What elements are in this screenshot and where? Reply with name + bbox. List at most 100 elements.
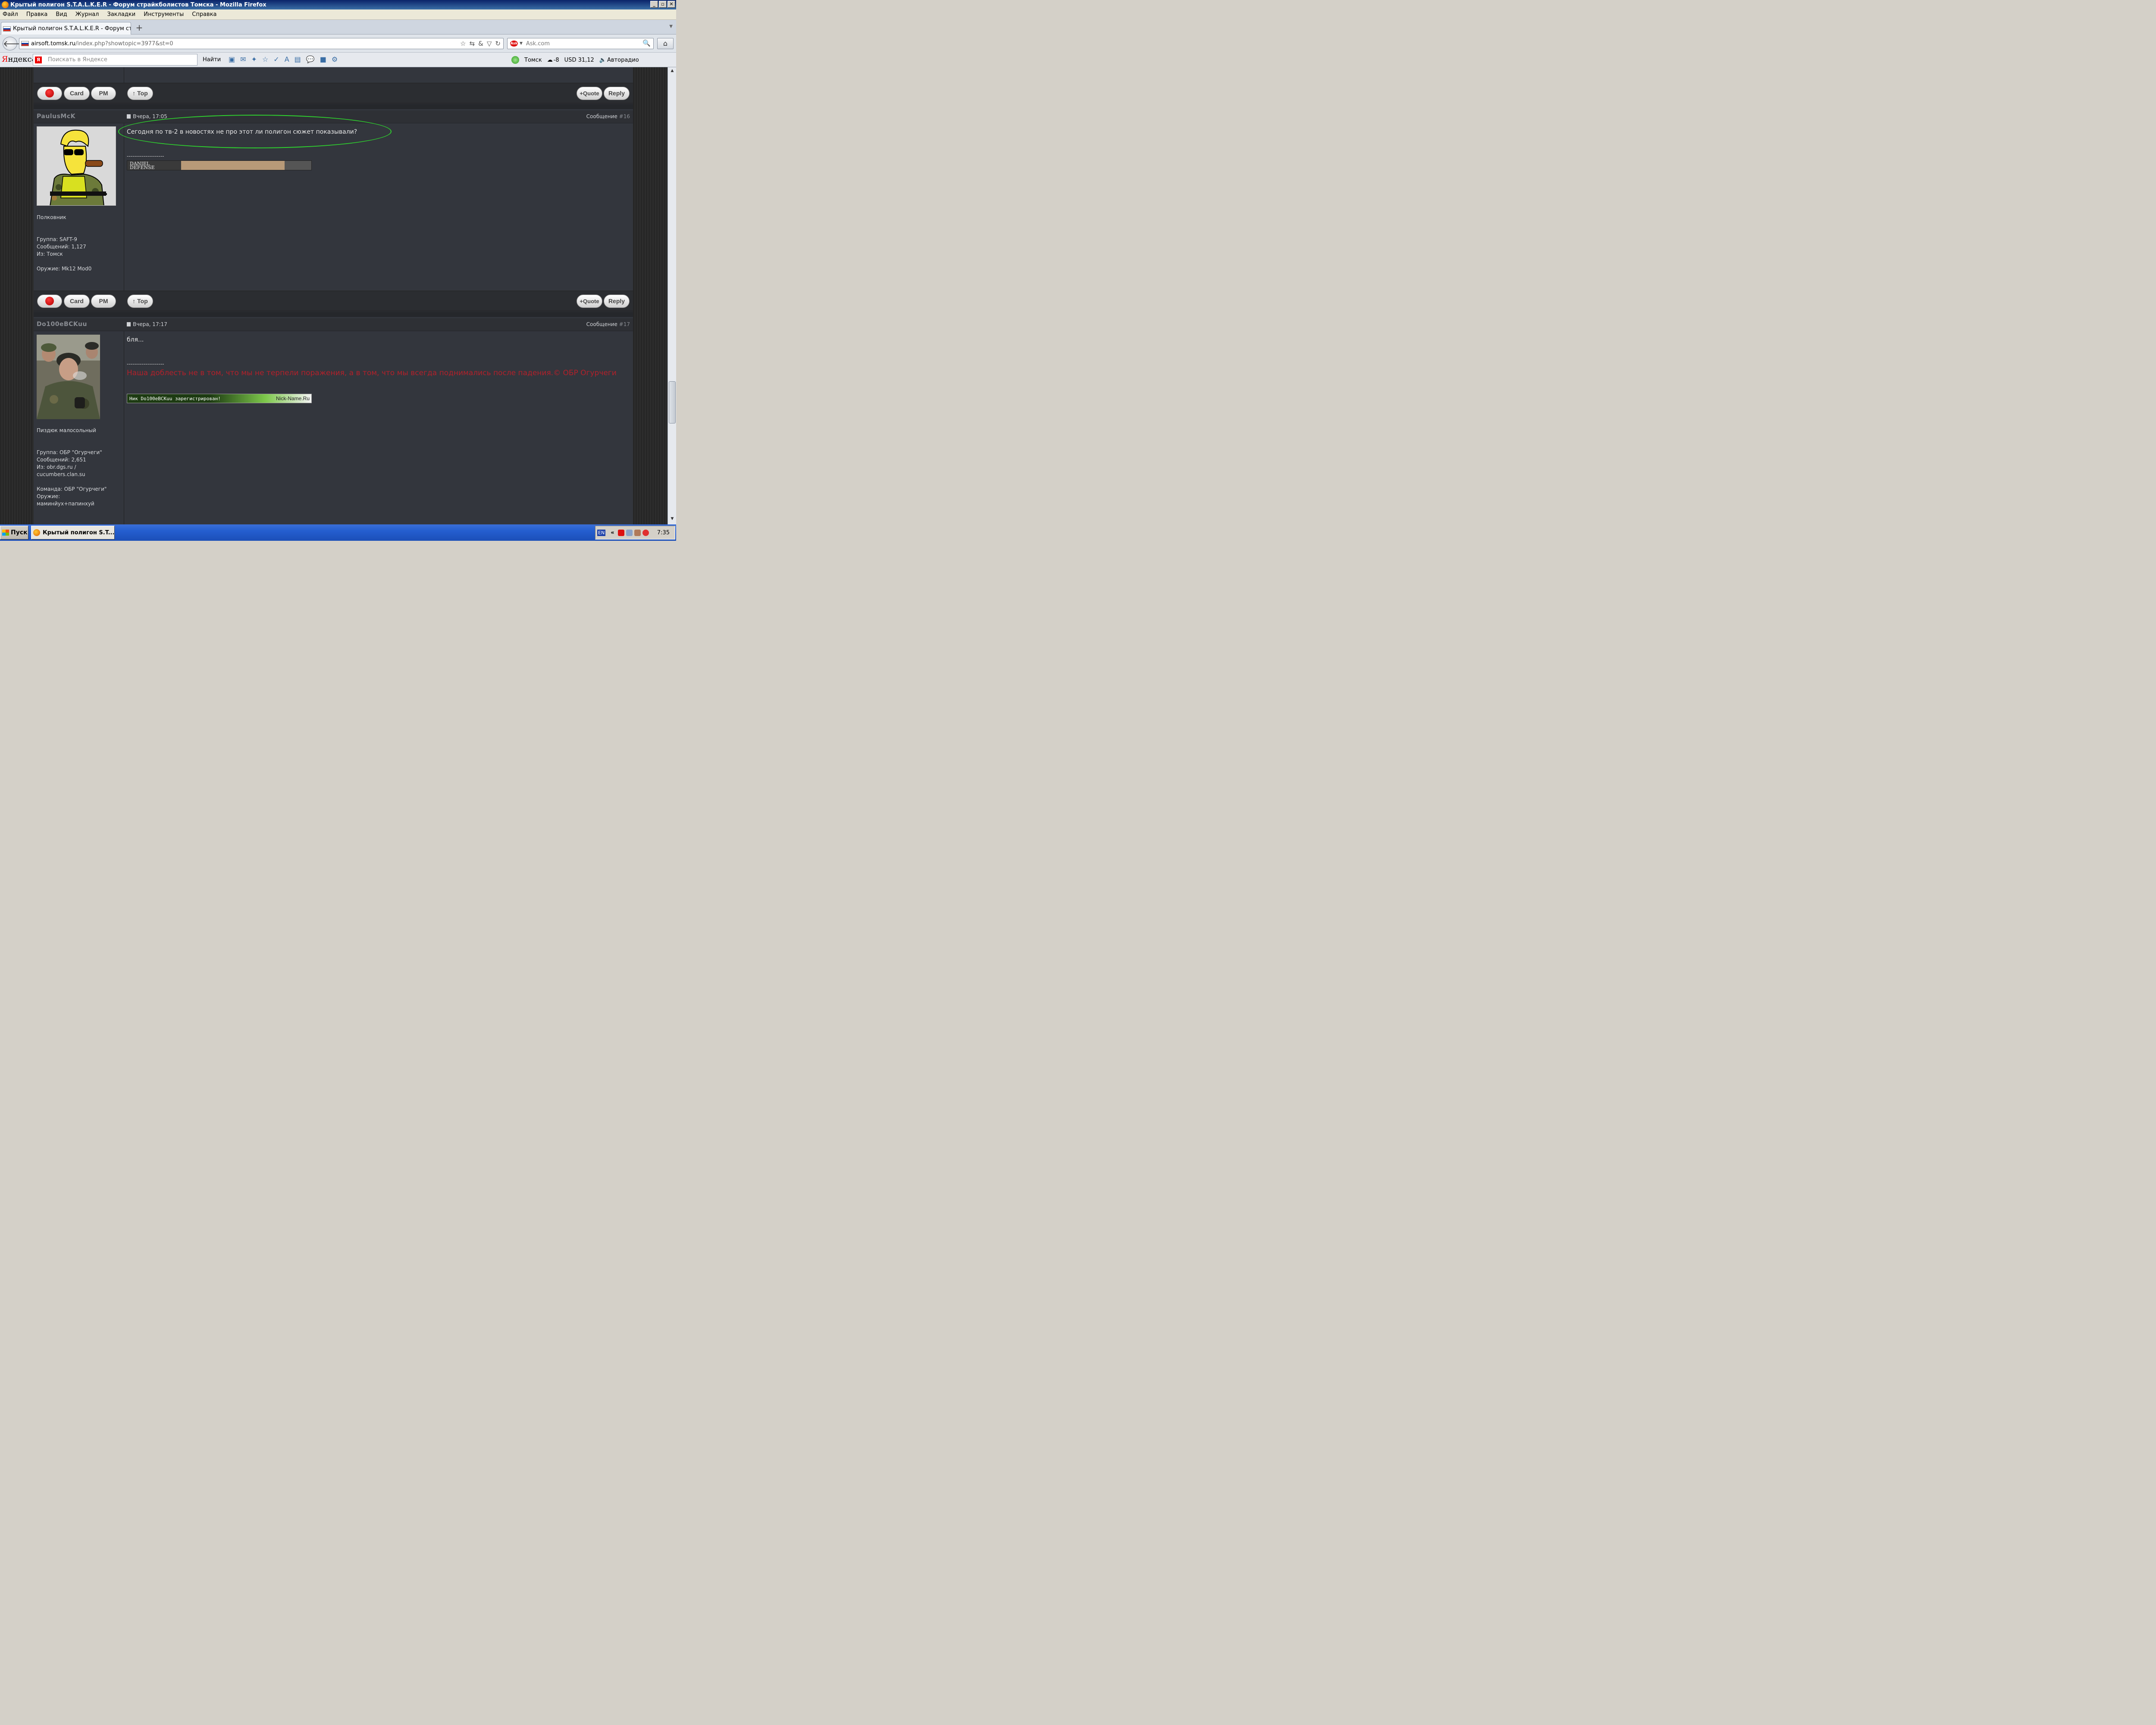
apps-icon[interactable]: ■ [320,55,326,63]
bookmark-star-icon[interactable]: ☆ [460,40,466,47]
menu-history[interactable]: Журнал [75,11,99,18]
yandex-find-button[interactable]: Найти [203,56,221,63]
page-right-margin [633,67,667,524]
ampersand-icon[interactable]: & [478,40,483,47]
taskbar-clock[interactable]: 7:35 [657,530,670,536]
spellcheck-icon[interactable]: ✓ [273,55,279,63]
menu-bookmarks[interactable]: Закладки [107,11,136,18]
pm-button[interactable]: PM [91,87,116,100]
minimize-button[interactable]: _ [650,1,658,8]
post-16-actions: Card PM ↑ Top +Quote Reply [34,291,633,311]
window-controls: _ ▫ ✕ [650,1,675,8]
quote-button[interactable]: +Quote [577,87,602,100]
page-left-margin [0,67,34,524]
search-placeholder: Ask.com [526,40,550,47]
home-button[interactable]: ⌂ [657,38,674,49]
menu-edit[interactable]: Правка [26,11,47,18]
reply-button[interactable]: Reply [604,295,630,308]
user-post-count: Сообщений: 1,127 [37,244,86,250]
antivirus-icon[interactable] [617,529,624,536]
tray-app-icon[interactable] [634,529,641,536]
vk-icon[interactable]: ▣ [229,55,235,63]
mail-icon[interactable]: ✉ [240,55,246,63]
yandex-informers: Томск ☁ -8 USD 31,12 🔈 Авторадио [511,56,639,64]
tab-list-icon[interactable]: ▼ [669,24,673,29]
favorites-icon[interactable]: ☆ [262,55,268,63]
new-tab-button[interactable]: + [134,22,145,34]
system-tray: EN « 7:35 [595,526,675,539]
navigation-bar: 🡐 airsoft.tomsk.ru/index.php?showtopic=3… [0,34,676,53]
card-button[interactable]: Card [64,295,90,308]
post-number[interactable]: Сообщение #16 [586,113,630,119]
chat-icon[interactable]: 💬 [306,55,315,63]
tray-expand-icon[interactable]: « [611,530,614,536]
weather-temp[interactable]: -8 [554,57,559,63]
tray-icons [617,529,649,536]
quote-button[interactable]: +Quote [577,295,602,308]
menu-help[interactable]: Справка [192,11,216,18]
user-info: Группа: ОБР "Огурчеги" Сообщений: 2,651 … [37,449,107,508]
maximize-button[interactable]: ▫ [659,1,667,8]
signature-banner-nickname[interactable]: Ник Do100eBCKuu зарегистрирован! Nick-Na… [127,394,312,403]
city-label[interactable]: Томск [524,57,542,63]
post-number[interactable]: Сообщение #17 [586,321,630,327]
post-15-actions: Card PM ↑ Top +Quote Reply [34,83,633,104]
news-icon[interactable]: ▤ [295,55,301,63]
signature-separator: -------------------- [127,361,164,367]
network-icon[interactable] [626,529,633,536]
menu-view[interactable]: Вид [56,11,67,18]
settings-gear-icon[interactable]: ⚙ [332,55,338,63]
yandex-logo[interactable]: Яндекс▾ [2,55,34,64]
ask-logo-icon: Ask [510,41,518,47]
site-flag-icon [21,41,29,46]
signature-quote: Наша доблесть не в том, что мы не терпел… [127,369,617,377]
start-button[interactable]: Пуск [0,526,28,539]
url-bar[interactable]: airsoft.tomsk.ru/index.php?showtopic=397… [19,38,504,49]
yandex-search-input[interactable]: Я Поискать в Яндексе [33,54,197,66]
search-engine-dropdown-icon[interactable]: ▼ [520,41,523,46]
scroll-down-icon[interactable]: ▼ [669,517,675,523]
search-bar[interactable]: Ask ▼ Ask.com 🔍 [507,38,654,49]
menu-file[interactable]: Файл [3,11,18,18]
online-status-button[interactable] [37,87,62,100]
dropdown-icon[interactable]: ▽ [487,40,492,47]
russia-flag-icon [3,26,11,31]
scroll-up-icon[interactable]: ▲ [669,69,675,75]
translate-icon[interactable]: ⇆ [470,40,475,47]
security-shield-icon[interactable] [642,529,649,536]
currency-label[interactable]: USD 31,12 [564,57,594,63]
language-indicator[interactable]: EN [597,529,606,536]
bookmarks-icon[interactable]: ✦ [251,55,257,63]
tab-forum[interactable]: Крытый полигон S.T.A.L.K.E.R - Форум ст.… [1,22,131,35]
top-button[interactable]: ↑ Top [127,87,153,100]
user-group: Группа: ОБР "Огурчеги" [37,449,102,455]
post-author[interactable]: Do100eBCKuu [37,321,87,328]
user-location: Из: Томск [37,251,63,257]
up-arrow-icon: ↑ [132,298,138,304]
menu-bar: Файл Правка Вид Журнал Закладки Инструме… [0,9,676,20]
weather-cloud-icon: ☁ [547,56,553,63]
avatar-photo-image [37,335,100,419]
top-button[interactable]: ↑ Top [127,295,153,308]
vertical-scrollbar[interactable]: ▲ ▼ [667,67,676,524]
post-date[interactable]: Вчера, 17:17 [127,321,167,327]
taskbar-item-firefox[interactable]: Крытый полигон S.T.... [31,526,115,539]
back-button[interactable]: 🡐 [3,37,26,50]
reply-button[interactable]: Reply [604,87,630,100]
pm-button[interactable]: PM [91,295,116,308]
card-button[interactable]: Card [64,87,90,100]
translate-tool-icon[interactable]: A [285,55,289,63]
reload-icon[interactable]: ↻ [495,40,501,47]
close-button[interactable]: ✕ [667,1,675,8]
signature-banner-rifle[interactable]: DANIEL DEFENSE [127,160,312,170]
search-icon[interactable]: 🔍 [642,39,651,47]
geo-icon[interactable] [511,56,519,64]
radio-label[interactable]: Авторадио [607,57,639,63]
post-author[interactable]: PaulusMcK [37,113,75,120]
avatar-cartoon-image [37,127,116,205]
scrollbar-thumb[interactable] [669,381,676,423]
online-status-button[interactable] [37,295,62,308]
post-date[interactable]: Вчера, 17:05 [127,113,167,119]
menu-tools[interactable]: Инструменты [144,11,184,18]
firefox-icon [33,529,40,536]
